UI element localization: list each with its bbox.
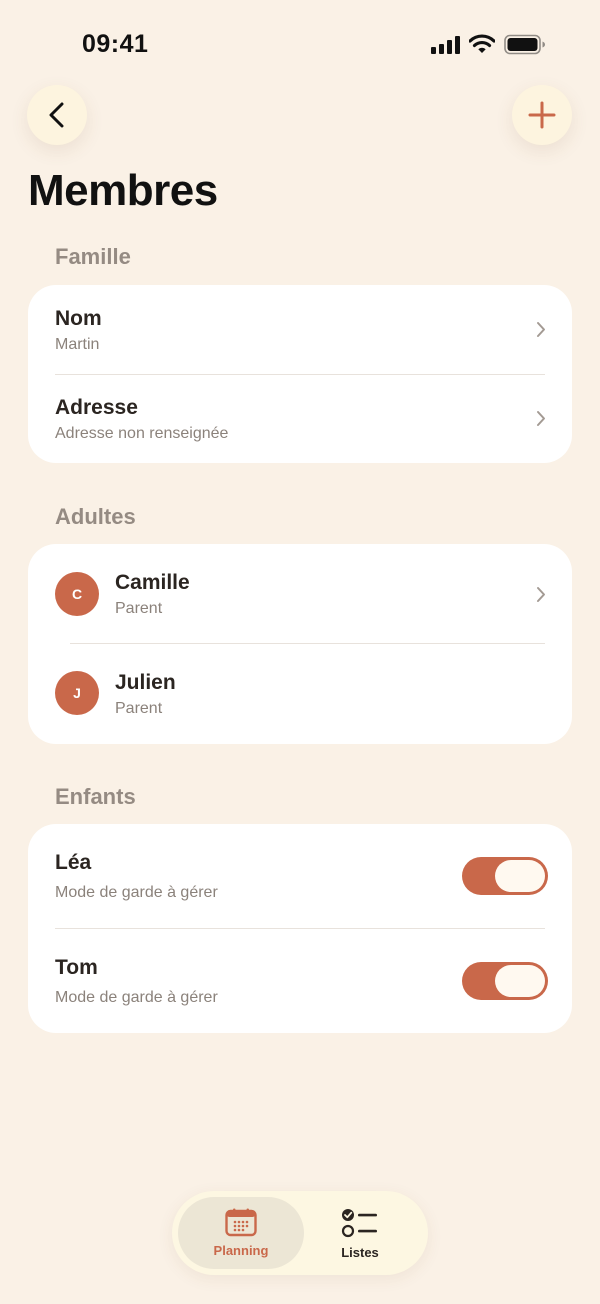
cellular-signal-icon bbox=[431, 35, 460, 54]
adult-row-julien[interactable]: J Julien Parent bbox=[28, 643, 572, 744]
chevron-left-icon bbox=[49, 102, 64, 128]
child-row-lea: Léa Mode de garde à gérer bbox=[28, 824, 572, 928]
battery-icon bbox=[504, 34, 546, 55]
chevron-right-icon bbox=[537, 322, 545, 337]
section-label-famille: Famille bbox=[55, 244, 131, 269]
status-time: 09:41 bbox=[82, 30, 149, 58]
enfants-card: Léa Mode de garde à gérer Tom Mode de ga… bbox=[28, 824, 572, 1033]
row-subtitle: Adresse non renseignée bbox=[55, 425, 229, 442]
tab-planning[interactable]: Planning bbox=[178, 1197, 304, 1269]
adult-row-camille[interactable]: C Camille Parent bbox=[28, 544, 572, 643]
row-subtitle: Martin bbox=[55, 336, 100, 353]
row-title: Adresse bbox=[55, 396, 138, 419]
row-subtitle: Parent bbox=[115, 700, 163, 717]
toggle-knob bbox=[495, 860, 545, 892]
chevron-right-icon bbox=[537, 411, 545, 426]
row-subtitle: Parent bbox=[115, 600, 163, 617]
calendar-icon bbox=[225, 1208, 257, 1237]
checklist-icon bbox=[341, 1208, 377, 1237]
chevron-right-icon bbox=[537, 587, 545, 602]
child-row-tom: Tom Mode de garde à gérer bbox=[28, 928, 572, 1033]
back-button[interactable] bbox=[27, 85, 87, 145]
row-title: Tom bbox=[55, 956, 98, 979]
row-title: Léa bbox=[55, 851, 92, 874]
section-label-adultes: Adultes bbox=[55, 504, 136, 529]
custody-toggle[interactable] bbox=[462, 962, 548, 1000]
tab-label: Listes bbox=[341, 1244, 379, 1260]
tab-bar: Planning Listes bbox=[172, 1191, 428, 1275]
custody-toggle[interactable] bbox=[462, 857, 548, 895]
row-title: Julien bbox=[115, 671, 176, 694]
status-icons bbox=[431, 33, 546, 55]
row-subtitle: Mode de garde à gérer bbox=[55, 989, 218, 1006]
status-bar: 09:41 bbox=[0, 0, 600, 84]
family-address-row[interactable]: Adresse Adresse non renseignée bbox=[28, 374, 572, 463]
add-member-button[interactable] bbox=[512, 85, 572, 145]
avatar: J bbox=[55, 671, 99, 715]
tab-label: Planning bbox=[213, 1243, 269, 1258]
plus-icon bbox=[528, 101, 556, 129]
adultes-card: C Camille Parent J Julien Parent bbox=[28, 544, 572, 744]
section-label-enfants: Enfants bbox=[55, 784, 136, 809]
page-title: Membres bbox=[28, 166, 218, 215]
famille-card: Nom Martin Adresse Adresse non renseigné… bbox=[28, 285, 572, 463]
avatar: C bbox=[55, 572, 99, 616]
row-title: Camille bbox=[115, 571, 190, 594]
row-subtitle: Mode de garde à gérer bbox=[55, 884, 218, 901]
tab-listes[interactable]: Listes bbox=[300, 1197, 420, 1269]
row-title: Nom bbox=[55, 307, 102, 330]
toggle-knob bbox=[495, 965, 545, 997]
family-name-row[interactable]: Nom Martin bbox=[28, 285, 572, 374]
wifi-icon bbox=[469, 34, 495, 54]
